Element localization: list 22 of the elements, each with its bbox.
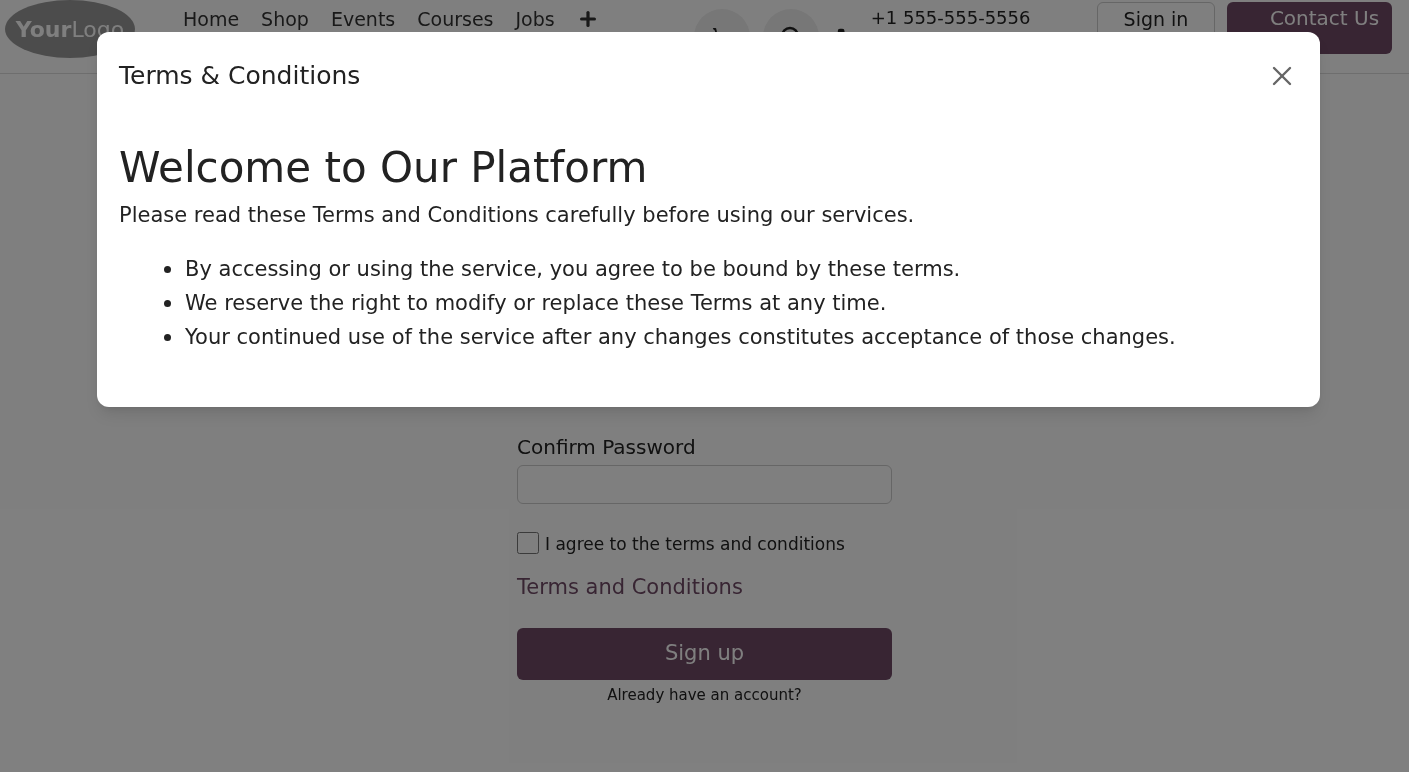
dialog-heading: Welcome to Our Platform	[119, 142, 649, 194]
terms-link[interactable]: Terms and Conditions	[517, 572, 743, 604]
nav-link[interactable]: Courses	[417, 9, 494, 29]
list-item-text: Your continued use of the service after any changes constitutes acceptance of those changes.	[185, 324, 1176, 351]
field-label: Confirm Password	[517, 435, 697, 459]
nav-link[interactable]: Events	[330, 9, 396, 29]
dialog-title: Terms & Conditions	[119, 60, 361, 93]
bullet-icon	[164, 265, 171, 273]
phone-number: +1 555-555-5556	[870, 8, 1031, 28]
sign-up-button[interactable]: Sign up	[517, 627, 892, 680]
nav-link[interactable]: Home	[183, 9, 240, 29]
list-item-text: By accessing or using the service, you agree to be bound by these terms.	[185, 256, 961, 283]
list-item-text: We reserve the right to modify or replace these Terms at any time.	[185, 290, 887, 317]
checkbox-label: I agree to the terms and conditions	[545, 534, 845, 554]
bullet-icon	[164, 333, 171, 341]
intro-text: Please read these Terms and Conditions carefully before using our services.	[119, 202, 916, 229]
bullet-icon	[164, 299, 171, 307]
confirm-password-field[interactable]	[517, 465, 892, 504]
nav-link[interactable]: Jobs	[515, 9, 555, 29]
agree-checkbox[interactable]	[517, 532, 539, 554]
login-link[interactable]: Already have an account?	[607, 683, 802, 706]
nav-link[interactable]: Shop	[261, 9, 309, 29]
